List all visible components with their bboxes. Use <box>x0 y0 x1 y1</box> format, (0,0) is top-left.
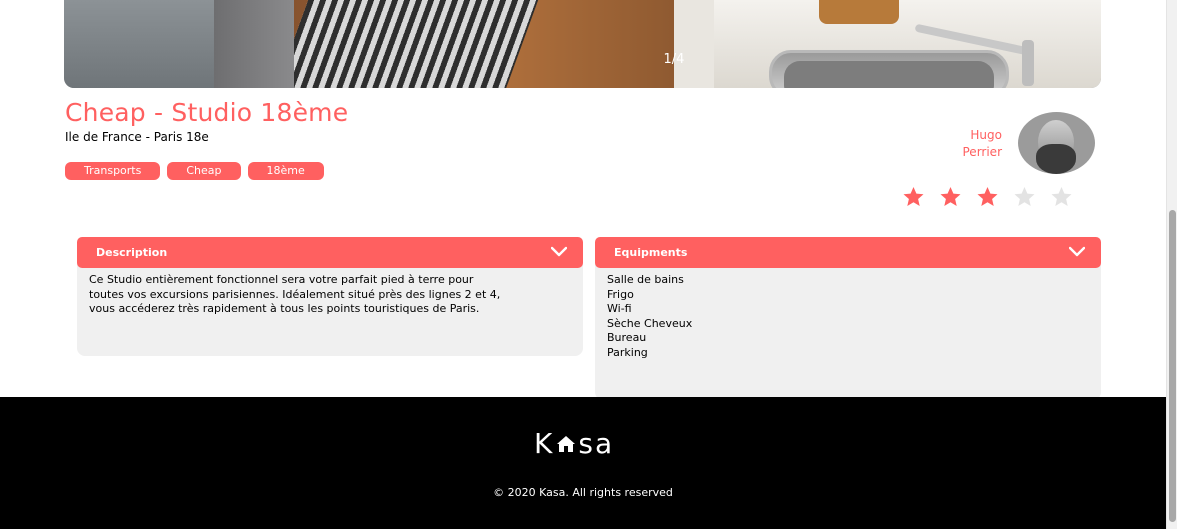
description-line: Ce Studio entièrement fonctionnel sera v… <box>89 273 474 286</box>
description-line: vous accéderez très rapidement à tous le… <box>89 302 480 316</box>
star-empty-icon <box>1014 187 1035 206</box>
photo-rug <box>276 0 542 88</box>
equipment-item: Parking <box>607 345 648 359</box>
footer: K sa © 2020 Kasa. All rights reserved <box>0 397 1166 529</box>
equipments-body: Salle de bains Frigo Wi-fi Sèche Cheveux… <box>595 265 1101 400</box>
photo-sofa <box>214 0 294 88</box>
listing-title: Cheap - Studio 18ème <box>65 98 349 127</box>
star-filled-icon <box>940 187 961 206</box>
description-collapse: Description Ce Studio entièrement foncti… <box>77 237 583 356</box>
description-body: Ce Studio entièrement fonctionnel sera v… <box>77 265 583 356</box>
copyright-text: © 2020 Kasa. All rights reserved <box>493 486 673 499</box>
star-empty-icon <box>1051 187 1072 206</box>
star-filled-icon <box>977 187 998 206</box>
equipments-title: Equipments <box>614 246 688 259</box>
equipments-header[interactable]: Equipments <box>595 237 1101 268</box>
equipment-item: Wi-fi <box>607 302 632 316</box>
photo-board <box>819 0 899 24</box>
equipments-collapse: Equipments Salle de bains Frigo Wi-fi Sè… <box>595 237 1101 400</box>
footer-logo[interactable]: K sa <box>534 427 614 460</box>
logo-letter: K <box>534 427 555 460</box>
page-scrollbar[interactable] <box>1166 0 1177 529</box>
photo-cabinet <box>674 0 714 88</box>
equipment-item: Salle de bains <box>607 273 684 286</box>
chevron-down-icon[interactable] <box>1069 246 1085 258</box>
host-name: Hugo Perrier <box>940 127 1003 161</box>
equipment-item: Frigo <box>607 287 634 301</box>
scrollbar-thumb[interactable] <box>1169 210 1176 522</box>
description-title: Description <box>96 246 168 259</box>
host-avatar <box>1018 112 1095 174</box>
listing-page: 1/4 Cheap - Studio 18ème Ile de France -… <box>0 0 1166 529</box>
carousel-counter: 1/4 <box>663 52 685 67</box>
equipment-item: Sèche Cheveux <box>607 316 693 330</box>
description-header[interactable]: Description <box>77 237 583 268</box>
photo-sink <box>769 50 1009 88</box>
tag-list: Transports Cheap 18ème <box>65 162 324 180</box>
star-filled-icon <box>903 187 924 206</box>
photo-faucet-base <box>1022 40 1034 86</box>
tag: Transports <box>65 162 161 180</box>
chevron-down-icon[interactable] <box>551 246 567 258</box>
photo-carousel[interactable]: 1/4 <box>64 0 1101 88</box>
photo-wall <box>64 0 230 88</box>
tag: Cheap <box>167 162 241 180</box>
host-last-name: Perrier <box>962 145 1003 159</box>
logo-letters: sa <box>578 427 615 460</box>
rating-stars <box>898 185 1077 209</box>
host-first-name: Hugo <box>970 128 1002 142</box>
description-line: toutes vos excursions parisiennes. Idéal… <box>89 287 501 301</box>
tag: 18ème <box>247 162 324 180</box>
house-icon <box>557 435 576 452</box>
equipment-item: Bureau <box>607 331 647 345</box>
listing-location: Ile de France - Paris 18e <box>65 130 209 144</box>
